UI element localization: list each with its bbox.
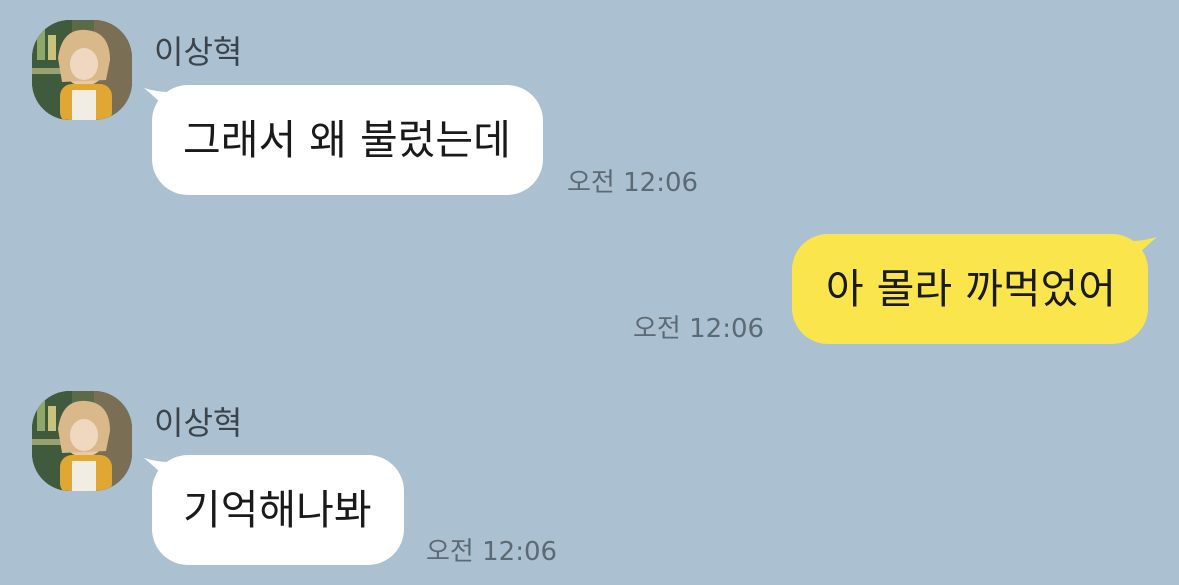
message-bubble-incoming[interactable]: 그래서 왜 불렀는데 — [152, 85, 543, 195]
message-bubble-incoming[interactable]: 기억해나봐 — [152, 455, 404, 565]
sender-avatar[interactable] — [32, 20, 132, 120]
message-time: 오전 12:06 — [633, 314, 765, 344]
sender-avatar[interactable] — [32, 391, 132, 491]
profile-photo-icon — [32, 20, 132, 120]
message-bubble-outgoing[interactable]: 아 몰라 까먹었어 — [791, 234, 1148, 344]
sender-name: 이상혁 — [154, 404, 243, 442]
message-time: 오전 12:06 — [567, 168, 699, 198]
message-time: 오전 12:06 — [426, 537, 558, 567]
sender-name: 이상혁 — [154, 33, 243, 71]
bubble-tail — [1133, 237, 1157, 259]
profile-photo-icon — [32, 391, 132, 491]
